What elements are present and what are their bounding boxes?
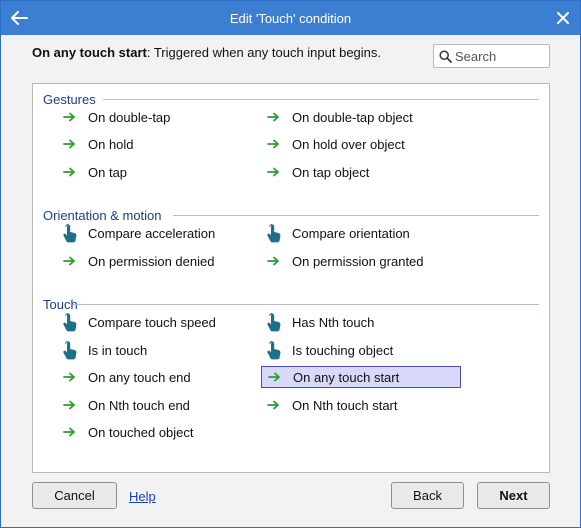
condition-item-is-touching-object[interactable]: Is touching object bbox=[261, 339, 461, 361]
dialog-title: Edit 'Touch' condition bbox=[229, 11, 352, 26]
touch-hand-icon bbox=[264, 340, 284, 359]
green-arrow-icon bbox=[60, 108, 80, 126]
condition-item-label: On double-tap bbox=[88, 109, 171, 125]
touch-hand-icon bbox=[60, 340, 80, 359]
green-arrow-icon bbox=[265, 368, 285, 386]
section-divider bbox=[173, 215, 539, 216]
back-button[interactable]: Back bbox=[391, 482, 464, 509]
condition-name: On any touch start bbox=[32, 45, 147, 60]
search-box[interactable] bbox=[433, 44, 550, 68]
condition-item-label: On any touch end bbox=[88, 369, 191, 385]
condition-item-on-nth-touch-start[interactable]: On Nth touch start bbox=[261, 394, 461, 416]
green-arrow-icon bbox=[60, 252, 80, 270]
next-button[interactable]: Next bbox=[477, 482, 550, 509]
condition-item-label: Is touching object bbox=[292, 342, 394, 358]
help-link[interactable]: Help bbox=[129, 489, 156, 504]
search-input[interactable] bbox=[455, 47, 547, 65]
condition-item-on-permission-granted[interactable]: On permission granted bbox=[261, 250, 461, 272]
condition-description-text: : Triggered when any touch input begins. bbox=[146, 45, 382, 60]
touch-hand-icon bbox=[264, 223, 284, 242]
condition-item-label: Compare acceleration bbox=[88, 225, 216, 241]
condition-item-label: On Nth touch start bbox=[292, 397, 398, 413]
condition-item-label: On tap object bbox=[292, 164, 370, 180]
cancel-button[interactable]: Cancel bbox=[32, 482, 117, 509]
condition-item-label: On permission denied bbox=[88, 253, 215, 269]
condition-item-compare-acceleration[interactable]: Compare acceleration bbox=[57, 222, 257, 244]
section-label-gestures: Gestures bbox=[43, 92, 96, 107]
condition-item-on-any-touch-end[interactable]: On any touch end bbox=[57, 366, 257, 388]
condition-item-has-nth-touch[interactable]: Has Nth touch bbox=[261, 311, 461, 333]
condition-item-on-hold-over-object[interactable]: On hold over object bbox=[261, 133, 461, 155]
touch-hand-icon bbox=[60, 312, 80, 331]
condition-item-label: On tap bbox=[88, 164, 128, 180]
section-divider bbox=[73, 304, 539, 305]
condition-item-on-permission-denied[interactable]: On permission denied bbox=[57, 250, 257, 272]
condition-item-label: Is in touch bbox=[88, 342, 148, 358]
edit-condition-dialog: Edit 'Touch' condition On any touch star… bbox=[0, 0, 581, 528]
search-icon bbox=[439, 50, 452, 63]
green-arrow-icon bbox=[264, 135, 284, 153]
condition-item-on-hold[interactable]: On hold bbox=[57, 133, 257, 155]
green-arrow-icon bbox=[264, 252, 284, 270]
touch-hand-icon bbox=[264, 312, 284, 331]
condition-item-on-double-tap-object[interactable]: On double-tap object bbox=[261, 106, 461, 128]
condition-item-on-tap[interactable]: On tap bbox=[57, 161, 257, 183]
title-bar: Edit 'Touch' condition bbox=[1, 1, 580, 35]
condition-item-label: On hold bbox=[88, 136, 134, 152]
green-arrow-icon bbox=[60, 368, 80, 386]
condition-item-label: On any touch start bbox=[293, 369, 400, 385]
condition-item-label: Compare orientation bbox=[292, 225, 410, 241]
condition-description: On any touch start: Triggered when any t… bbox=[32, 45, 381, 60]
condition-item-label: On touched object bbox=[88, 424, 194, 440]
green-arrow-icon bbox=[60, 396, 80, 414]
condition-item-on-nth-touch-end[interactable]: On Nth touch end bbox=[57, 394, 257, 416]
green-arrow-icon bbox=[264, 163, 284, 181]
touch-hand-icon bbox=[60, 223, 80, 242]
condition-item-on-any-touch-start[interactable]: On any touch start bbox=[261, 366, 461, 388]
green-arrow-icon bbox=[60, 423, 80, 441]
condition-item-label: On permission granted bbox=[292, 253, 424, 269]
condition-item-compare-orientation[interactable]: Compare orientation bbox=[261, 222, 461, 244]
green-arrow-icon bbox=[60, 163, 80, 181]
section-divider bbox=[103, 99, 539, 100]
condition-item-is-in-touch[interactable]: Is in touch bbox=[57, 339, 257, 361]
condition-item-compare-touch-speed[interactable]: Compare touch speed bbox=[57, 311, 257, 333]
green-arrow-icon bbox=[264, 108, 284, 126]
condition-item-on-tap-object[interactable]: On tap object bbox=[261, 161, 461, 183]
condition-item-on-double-tap[interactable]: On double-tap bbox=[57, 106, 257, 128]
condition-item-on-touched-object[interactable]: On touched object bbox=[57, 421, 257, 443]
condition-item-label: Compare touch speed bbox=[88, 314, 216, 330]
green-arrow-icon bbox=[60, 135, 80, 153]
section-label-orientation-motion: Orientation & motion bbox=[43, 208, 162, 223]
close-icon[interactable] bbox=[552, 7, 574, 29]
conditions-list-panel: Gestures On double-tap On double-tap objec… bbox=[32, 83, 550, 473]
green-arrow-icon bbox=[264, 396, 284, 414]
condition-item-label: On Nth touch end bbox=[88, 397, 190, 413]
condition-item-label: On hold over object bbox=[292, 136, 405, 152]
condition-item-label: On double-tap object bbox=[292, 109, 413, 125]
condition-item-label: Has Nth touch bbox=[292, 314, 375, 330]
